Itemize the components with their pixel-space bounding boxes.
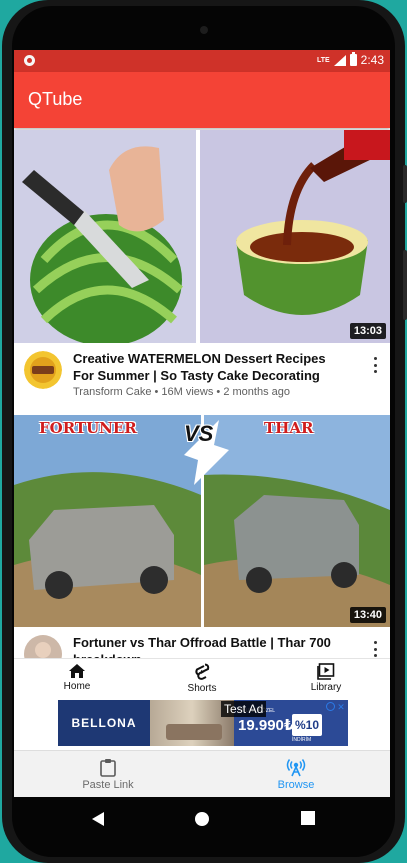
- library-icon: [317, 663, 335, 680]
- nav-library[interactable]: Library: [286, 659, 366, 701]
- ad-price: 19.990₺: [238, 717, 295, 734]
- more-options-icon[interactable]: [368, 355, 382, 375]
- video-title[interactable]: Fortuner vs Thar Offroad Battle | Thar 7…: [73, 634, 343, 658]
- shorts-icon: [195, 663, 210, 680]
- ad-discount: %10: [292, 714, 322, 736]
- screen: LTE 2:43 QTube 13:03 Creative WATERMELON…: [14, 50, 390, 797]
- system-nav-bar: [14, 797, 390, 843]
- ad-couch-image: [166, 724, 222, 740]
- power-button: [403, 250, 407, 320]
- broadcast-tower-icon: [286, 759, 306, 777]
- status-bar: LTE 2:43: [14, 50, 390, 72]
- notification-icon: [24, 55, 35, 66]
- home-circle-icon[interactable]: [194, 811, 210, 827]
- volume-button: [403, 165, 407, 203]
- clipboard-icon: [100, 759, 116, 777]
- video-title[interactable]: Creative WATERMELON Dessert Recipes For …: [73, 350, 343, 384]
- ad-label: Test Ad: [221, 701, 267, 717]
- nav-home-label: Home: [63, 681, 91, 692]
- home-icon: [69, 664, 85, 678]
- tab-browse[interactable]: Browse: [202, 751, 390, 797]
- network-type: LTE: [316, 56, 330, 64]
- channel-avatar[interactable]: [24, 351, 62, 389]
- video-meta[interactable]: Fortuner vs Thar Offroad Battle | Thar 7…: [14, 627, 390, 658]
- app-bar: QTube: [14, 72, 390, 128]
- video-duration: 13:40: [349, 607, 386, 623]
- tab-paste-link[interactable]: Paste Link: [14, 751, 202, 797]
- back-icon[interactable]: [91, 811, 105, 827]
- channel-avatar[interactable]: [24, 635, 62, 658]
- video-feed[interactable]: 13:03 Creative WATERMELON Dessert Recipe…: [14, 130, 390, 658]
- person-avatar-icon: [24, 635, 62, 658]
- ad-close-icon[interactable]: ✕: [336, 702, 346, 712]
- video-subtitle: Transform Cake • 16M views • 2 months ag…: [73, 386, 290, 398]
- watermelon-thumbnail-image: [14, 130, 390, 343]
- ad-brand: BELLONA: [58, 700, 150, 746]
- video-thumbnail[interactable]: FORTUNER VS THAR 13:40: [14, 415, 390, 627]
- video-duration: 13:03: [349, 323, 386, 339]
- nav-shorts[interactable]: Shorts: [162, 659, 242, 701]
- front-camera: [199, 26, 208, 34]
- battery-icon: [349, 52, 357, 66]
- thumb-thar-label: THAR: [264, 419, 314, 437]
- nav-home[interactable]: Home: [37, 659, 117, 701]
- status-time: 2:43: [360, 53, 384, 67]
- app-title: QTube: [28, 89, 83, 109]
- ad-banner-area: BELLONA ONLINE'A ÖZEL 19.990₺ %10 İNDİRİ…: [14, 700, 390, 750]
- recents-icon[interactable]: [301, 811, 315, 825]
- bottom-tab-bar: Paste Link Browse: [14, 750, 390, 797]
- more-options-icon[interactable]: [368, 639, 382, 658]
- nav-shorts-label: Shorts: [187, 683, 217, 694]
- ad-discount-suffix: İNDİRİM: [292, 737, 312, 743]
- tab-browse-label: Browse: [277, 779, 315, 791]
- thumb-vs-label: VS: [184, 421, 214, 446]
- video-meta[interactable]: Creative WATERMELON Dessert Recipes For …: [14, 343, 390, 415]
- cake-logo-icon: [24, 351, 62, 389]
- thumb-fortuner-label: FORTUNER: [39, 419, 137, 437]
- ad-banner[interactable]: BELLONA ONLINE'A ÖZEL 19.990₺ %10 İNDİRİ…: [58, 700, 348, 746]
- video-thumbnail[interactable]: 13:03: [14, 130, 390, 343]
- nav-library-label: Library: [310, 682, 342, 693]
- tab-paste-link-label: Paste Link: [82, 779, 134, 791]
- bottom-nav: Home Shorts Library: [14, 658, 390, 701]
- ad-info-icon[interactable]: [326, 702, 335, 711]
- signal-icon: [333, 54, 346, 66]
